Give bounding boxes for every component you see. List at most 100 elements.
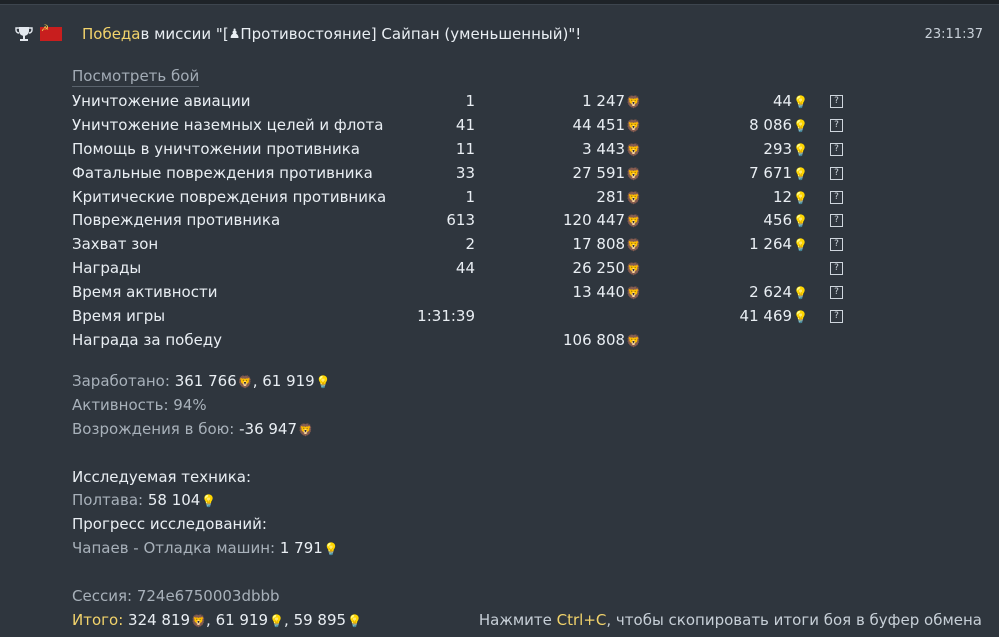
row-research-points: 293💡 [763, 139, 808, 158]
session-line: Сессия: 724e6750003dbbb [72, 587, 280, 605]
help-icon[interactable]: ? [830, 142, 843, 156]
total-line: Итого: 324 819🦁, 61 919💡, 59 895💡 [72, 611, 363, 629]
row-label: Захват зон [72, 235, 159, 254]
row-label: Награды [72, 259, 142, 278]
row-label: Критические повреждения противника [72, 187, 387, 206]
help-icon[interactable]: ? [830, 190, 843, 204]
row-count: 613 [446, 211, 475, 230]
row-label: Время игры [72, 307, 166, 326]
table-row: Награды 44 26 250🦁? [72, 257, 852, 281]
row-silver-lions: 13 440🦁 [572, 283, 641, 302]
table-row: Время игры 1:31:39 41 469💡? [72, 305, 852, 329]
research-point-icon: 💡 [793, 286, 808, 301]
row-count: 1 [465, 92, 475, 110]
row-silver-lions: 17 808🦁 [572, 235, 641, 254]
timestamp: 23:11:37 [924, 27, 983, 42]
convertible-rp-icon: 💡 [269, 614, 285, 628]
research-point-icon: 💡 [793, 142, 808, 157]
row-label: Уничтожение авиации [72, 92, 251, 110]
row-silver-lions: 44 451🦁 [572, 115, 641, 134]
silver-lion-icon: 🦁 [191, 614, 207, 628]
watch-battle-link[interactable]: Посмотреть бой [72, 67, 200, 87]
mission-name: Противостояние] Сайпан (уменьшенный)"! [240, 25, 582, 43]
row-label: Повреждения противника [72, 211, 281, 230]
research-point-icon: 💡 [793, 95, 808, 109]
silver-lion-icon: 🦁 [626, 262, 641, 277]
research-point-icon: 💡 [793, 238, 808, 253]
row-research-points: 7 671💡 [749, 163, 808, 182]
help-icon[interactable]: ? [830, 286, 843, 300]
table-row: Повреждения противника 613 120 447🦁 456💡? [72, 209, 852, 233]
trophy-icon [15, 27, 33, 41]
silver-lion-icon: 🦁 [626, 238, 641, 253]
earned-line: Заработано: 361 766🦁, 61 919💡 [72, 372, 331, 390]
row-label: Время активности [72, 283, 218, 302]
row-silver-lions: 281🦁 [596, 187, 641, 206]
research-point-icon: 💡 [793, 190, 808, 205]
row-count: 1:31:39 [417, 307, 475, 326]
silver-lion-icon: 🦁 [626, 286, 641, 301]
row-research-points: 41 469💡 [739, 307, 808, 326]
silver-lion-icon: 🦁 [626, 214, 641, 229]
table-row: Награда за победу 106 808🦁 [72, 329, 852, 353]
help-icon[interactable]: ? [830, 95, 843, 108]
research-point-icon: 💡 [793, 310, 808, 325]
ussr-flag-icon [40, 24, 62, 41]
row-research-points: 8 086💡 [749, 115, 808, 134]
silver-lion-icon: 🦁 [626, 118, 641, 133]
respawn-line: Возрождения в бою: -36 947🦁 [72, 420, 313, 438]
row-research-points: 12💡 [772, 187, 808, 206]
activity-line: Активность: 94% [72, 396, 207, 414]
research-vehicle-line: Полтава: 58 104💡 [72, 491, 217, 509]
row-count: 2 [465, 235, 475, 254]
help-icon[interactable]: ? [830, 238, 843, 252]
silver-lion-icon: 🦁 [626, 95, 641, 109]
row-research-points: 2 624💡 [749, 283, 808, 302]
row-research-points: 456💡 [763, 211, 808, 230]
research-point-icon: 💡 [201, 494, 217, 508]
row-label: Фатальные повреждения противника [72, 163, 373, 182]
help-icon[interactable]: ? [830, 262, 843, 276]
silver-lion-icon: 🦁 [626, 166, 641, 181]
research-point-icon: 💡 [347, 614, 363, 628]
help-icon[interactable]: ? [830, 214, 843, 228]
row-silver-lions: 120 447🦁 [563, 211, 641, 230]
silver-lion-icon: 🦁 [237, 375, 253, 389]
research-point-icon: 💡 [323, 542, 339, 556]
help-icon[interactable]: ? [830, 310, 843, 324]
table-row: Помощь в уничтожении противника 11 3 443🦁 2… [72, 138, 852, 162]
mission-prefix: в миссии "[ [140, 25, 229, 43]
silver-lion-icon: 🦁 [626, 190, 641, 205]
research-module-line: Чапаев - Отладка машин: 1 791💡 [72, 539, 339, 557]
research-point-icon: 💡 [793, 214, 808, 229]
research-point-icon: 💡 [793, 166, 808, 181]
help-icon[interactable]: ? [830, 118, 843, 132]
figure-icon: ♟ [228, 26, 241, 42]
row-count: 41 [455, 115, 475, 134]
row-silver-lions: 106 808🦁 [563, 330, 641, 349]
table-row: Захват зон 2 17 808🦁 1 264💡? [72, 233, 852, 257]
research-point-icon: 💡 [793, 118, 808, 133]
row-count: 11 [455, 139, 475, 158]
table-row: Уничтожение наземных целей и флота 41 44 4… [72, 114, 852, 138]
row-count: 1 [465, 187, 475, 206]
table-row: Время активности 13 440🦁 2 624💡? [72, 281, 852, 305]
help-icon[interactable]: ? [830, 166, 843, 180]
result-text: Победа [82, 25, 141, 43]
row-count: 33 [455, 163, 475, 182]
silver-lion-icon: 🦁 [626, 333, 641, 348]
row-research-points: 44💡 [772, 92, 808, 110]
row-label: Уничтожение наземных целей и флота [72, 115, 384, 134]
silver-lion-icon: 🦁 [298, 423, 313, 437]
row-research-points: 1 264💡 [749, 235, 808, 254]
table-row: Фатальные повреждения противника 33 27 591… [72, 162, 852, 186]
row-label: Награда за победу [72, 330, 223, 349]
row-silver-lions: 27 591🦁 [572, 163, 641, 182]
results-table: Уничтожение авиации 1 1 247🦁 44💡? Уничтожени… [72, 90, 852, 353]
message-header: Победа в миссии "[ ♟ Противостояние] Сай… [14, 23, 581, 45]
research-progress-title: Прогресс исследований: [72, 515, 267, 533]
silver-lion-icon: 🦁 [626, 142, 641, 157]
row-silver-lions: 3 443🦁 [582, 139, 641, 158]
row-silver-lions: 1 247🦁 [582, 92, 641, 110]
row-silver-lions: 26 250🦁 [572, 259, 641, 278]
